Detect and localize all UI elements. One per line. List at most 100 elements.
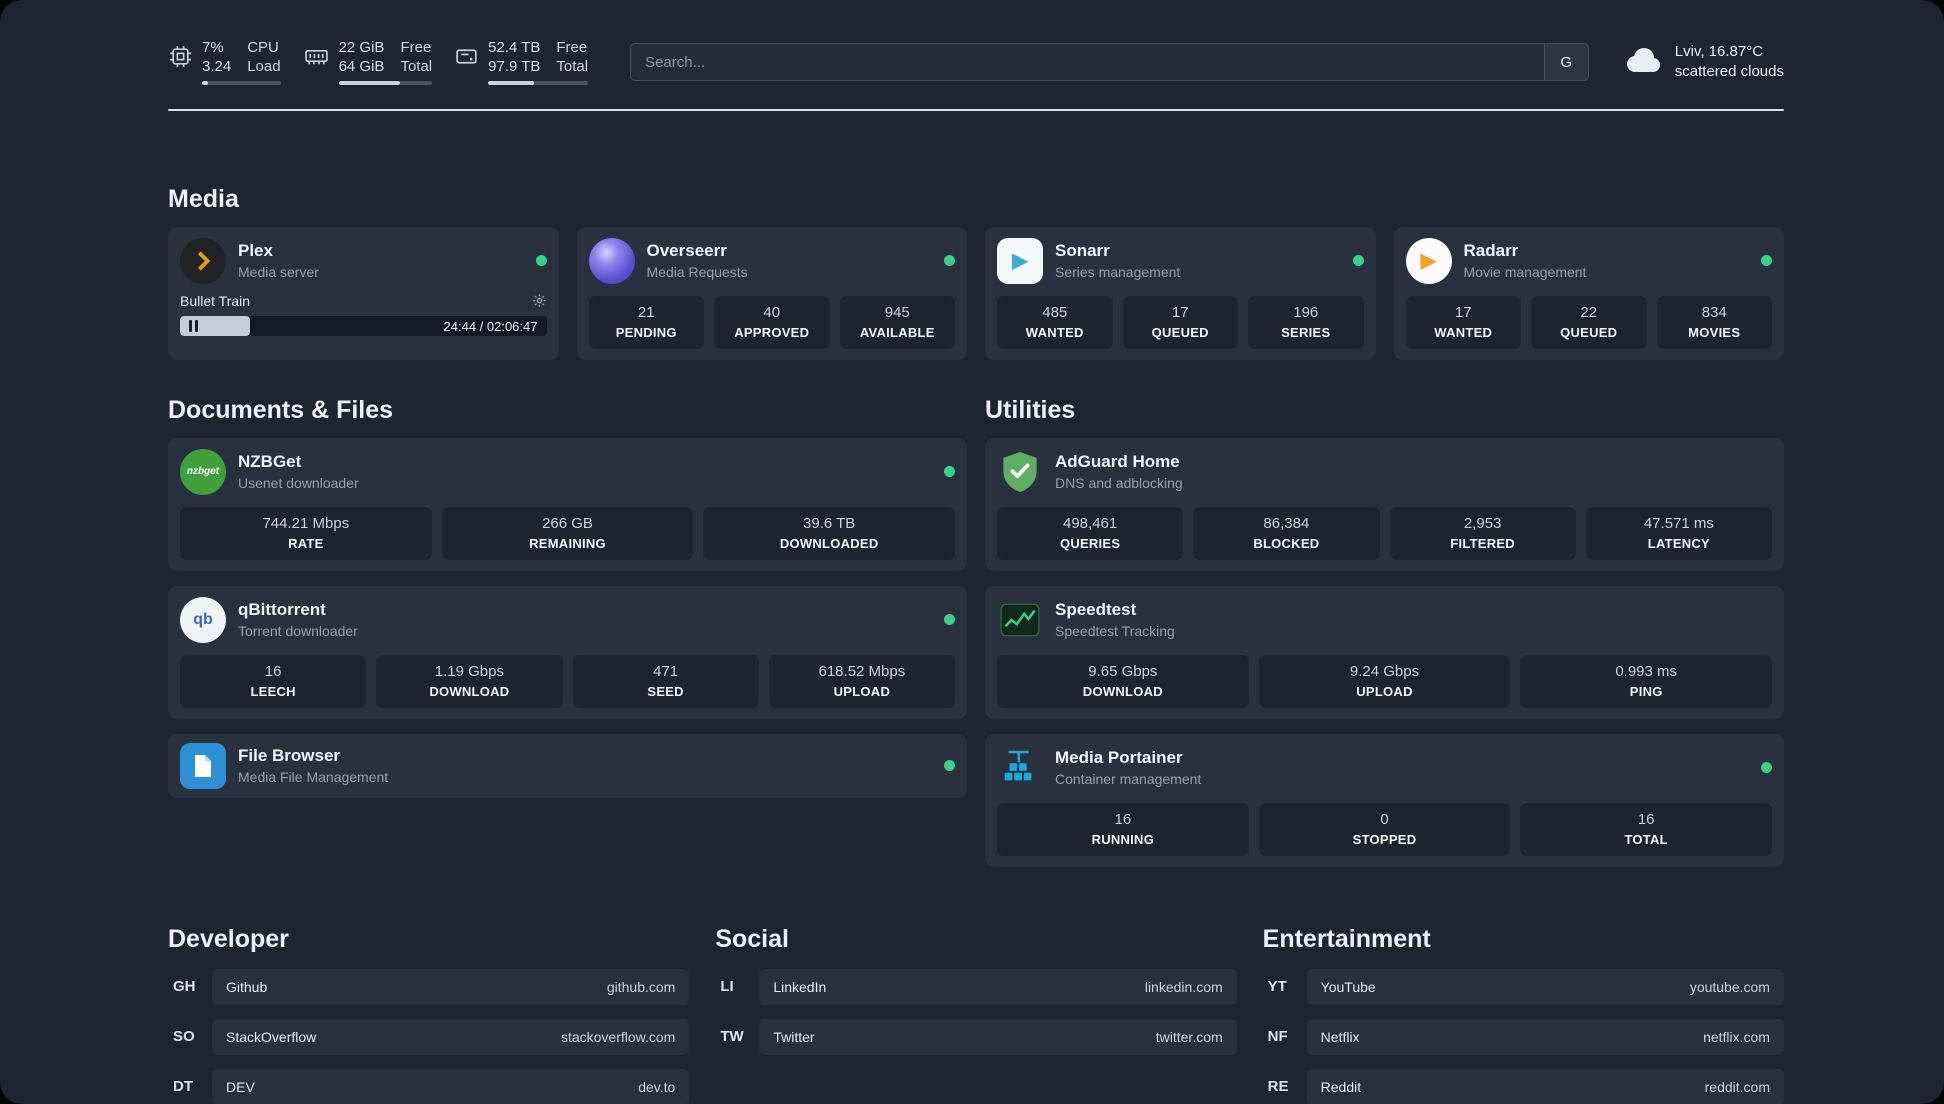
social-links-section: Social LI LinkedIn linkedin.com TW Twitt…	[715, 924, 1237, 1104]
nzbget-icon: nzbget	[180, 448, 226, 495]
service-card-portainer[interactable]: Media Portainer Container management 16 R…	[985, 733, 1784, 867]
link-row-youtube: YT YouTube youtube.com	[1263, 968, 1784, 1005]
stackoverflow-link[interactable]: StackOverflow stackoverflow.com	[212, 1018, 690, 1055]
status-dot	[944, 760, 955, 771]
adguard-icon	[997, 449, 1043, 495]
stat-downloaded: 39.6 TB DOWNLOADED	[703, 506, 956, 560]
service-desc: DNS and adblocking	[1055, 475, 1183, 491]
youtube-icon: YT	[1267, 978, 1287, 995]
stat-running: 16 RUNNING	[997, 802, 1249, 856]
github-icon: GH	[173, 978, 196, 995]
reddit-icon: RE	[1267, 1078, 1289, 1095]
stat-available: 945 AVAILABLE	[839, 295, 955, 349]
service-card-plex[interactable]: Plex Media server Bullet Train 24:44 / 0…	[168, 226, 559, 360]
memory-free-value: 22 GiB	[338, 39, 385, 56]
dashboard: 7% CPU 3.24 Load 22 GiB Free 64 GiB Tota…	[0, 0, 1944, 1104]
status-dot	[1761, 762, 1772, 773]
stat-upload: 618.52 Mbps UPLOAD	[768, 654, 955, 708]
weather-cloud-icon	[1621, 45, 1663, 80]
stat-total: 16 TOTAL	[1520, 802, 1773, 856]
search-provider-button[interactable]: G	[1543, 44, 1588, 81]
stat-pending: 21 PENDING	[588, 295, 704, 349]
cpu-icon	[168, 44, 193, 69]
memory-usage-bar	[338, 80, 433, 85]
weather-widget[interactable]: Lviv, 16.87°C scattered clouds	[1621, 42, 1784, 83]
service-card-overseerr[interactable]: Overseerr Media Requests 21 PENDING 40 APP…	[576, 226, 967, 360]
reddit-link[interactable]: Reddit reddit.com	[1306, 1068, 1784, 1104]
service-name: Sonarr	[1055, 241, 1110, 260]
media-section-title: Media	[168, 184, 239, 213]
youtube-link[interactable]: YouTube youtube.com	[1306, 968, 1784, 1005]
service-name: qBittorrent	[238, 600, 326, 619]
playback-time: 24:44 / 02:06:47	[443, 318, 538, 334]
disk-total-value: 97.9 TB	[488, 57, 541, 75]
stat-approved: 40 APPROVED	[714, 295, 830, 349]
service-card-qbittorrent[interactable]: qb qBittorrent Torrent downloader 16 LEEC…	[168, 585, 967, 719]
disk-widget: 52.4 TB Free 97.9 TB Total	[454, 39, 589, 85]
link-row-stackoverflow: SO StackOverflow stackoverflow.com	[168, 1018, 690, 1055]
developer-section-title: Developer	[168, 924, 289, 953]
disk-free-label: Free	[556, 39, 588, 56]
stat-filtered: 2,953 FILTERED	[1389, 506, 1576, 560]
service-desc: Container management	[1055, 771, 1202, 787]
twitter-link[interactable]: Twitter twitter.com	[759, 1018, 1237, 1055]
service-card-nzbget[interactable]: nzbget NZBGet Usenet downloader 744.21 M…	[168, 437, 967, 571]
topbar: 7% CPU 3.24 Load 22 GiB Free 64 GiB Tota…	[168, 40, 1784, 85]
service-card-radarr[interactable]: ▶ Radarr Movie management 17 WANTED 22 QUE…	[1393, 226, 1784, 360]
entertainment-section-title: Entertainment	[1262, 924, 1431, 953]
stat-seed: 471 SEED	[572, 654, 759, 708]
sonarr-icon: ▶	[997, 237, 1043, 284]
filebrowser-icon	[180, 742, 226, 789]
stat-wanted: 485 WANTED	[997, 295, 1113, 349]
memory-icon	[303, 44, 330, 69]
linkedin-link[interactable]: LinkedIn linkedin.com	[759, 968, 1237, 1005]
entertainment-links-section: Entertainment YT YouTube youtube.com NF …	[1263, 925, 1784, 1104]
service-desc: Usenet downloader	[238, 475, 359, 491]
overseerr-icon	[588, 237, 635, 284]
now-playing-title: Bullet Train	[180, 292, 251, 309]
dev-link[interactable]: DEV dev.to	[212, 1068, 690, 1104]
pause-icon[interactable]	[189, 319, 198, 332]
service-desc: Movie management	[1463, 264, 1587, 280]
stat-download: 9.65 Gbps DOWNLOAD	[997, 654, 1249, 708]
social-section-title: Social	[715, 924, 789, 953]
stat-queued: 22 QUEUED	[1531, 295, 1647, 349]
cpu-load-label: Load	[247, 57, 281, 75]
service-desc: Series management	[1055, 264, 1181, 280]
gear-icon[interactable]	[532, 293, 547, 308]
link-row-twitter: TW Twitter twitter.com	[715, 1018, 1237, 1055]
service-card-sonarr[interactable]: ▶ Sonarr Series management 485 WANTED 17 Q…	[985, 226, 1376, 360]
service-name: NZBGet	[238, 452, 302, 471]
github-link[interactable]: Github github.com	[212, 968, 690, 1005]
weather-condition: scattered clouds	[1674, 63, 1784, 81]
stat-ping: 0.993 ms PING	[1520, 654, 1773, 708]
topbar-divider	[168, 108, 1784, 111]
service-card-adguard[interactable]: AdGuard Home DNS and adblocking 498,461 Q…	[985, 437, 1784, 571]
service-desc: Speedtest Tracking	[1055, 623, 1175, 639]
speedtest-icon	[997, 597, 1043, 643]
netflix-link[interactable]: Netflix netflix.com	[1306, 1018, 1784, 1055]
netflix-icon: NF	[1267, 1028, 1288, 1045]
stat-queries: 498,461 QUERIES	[997, 506, 1184, 560]
documents-section-title: Documents & Files	[168, 395, 394, 424]
status-dot	[944, 466, 955, 477]
service-card-filebrowser[interactable]: File Browser Media File Management	[168, 733, 967, 798]
service-card-speedtest[interactable]: Speedtest Speedtest Tracking 9.65 Gbps DO…	[985, 585, 1784, 719]
service-name: Radarr	[1463, 241, 1519, 260]
stat-queued: 17 QUEUED	[1122, 295, 1238, 349]
memory-total-value: 64 GiB	[338, 57, 385, 75]
stat-download: 1.19 Gbps DOWNLOAD	[376, 654, 563, 708]
service-name: AdGuard Home	[1055, 452, 1180, 471]
media-progress-bar[interactable]: 24:44 / 02:06:47	[180, 315, 547, 336]
service-name: File Browser	[238, 746, 341, 765]
cpu-widget: 7% CPU 3.24 Load	[168, 40, 281, 85]
status-dot	[944, 255, 955, 266]
media-section: Media Plex Media server Bullet Train 24:…	[168, 185, 1784, 360]
link-row-netflix: NF Netflix netflix.com	[1263, 1018, 1784, 1055]
cpu-unit-label: CPU	[247, 39, 279, 56]
stat-blocked: 86,384 BLOCKED	[1193, 506, 1380, 560]
search-input[interactable]	[631, 44, 1544, 81]
status-dot	[535, 255, 547, 266]
stat-latency: 47.571 ms LATENCY	[1585, 506, 1772, 560]
stat-series: 196 SERIES	[1248, 295, 1364, 349]
